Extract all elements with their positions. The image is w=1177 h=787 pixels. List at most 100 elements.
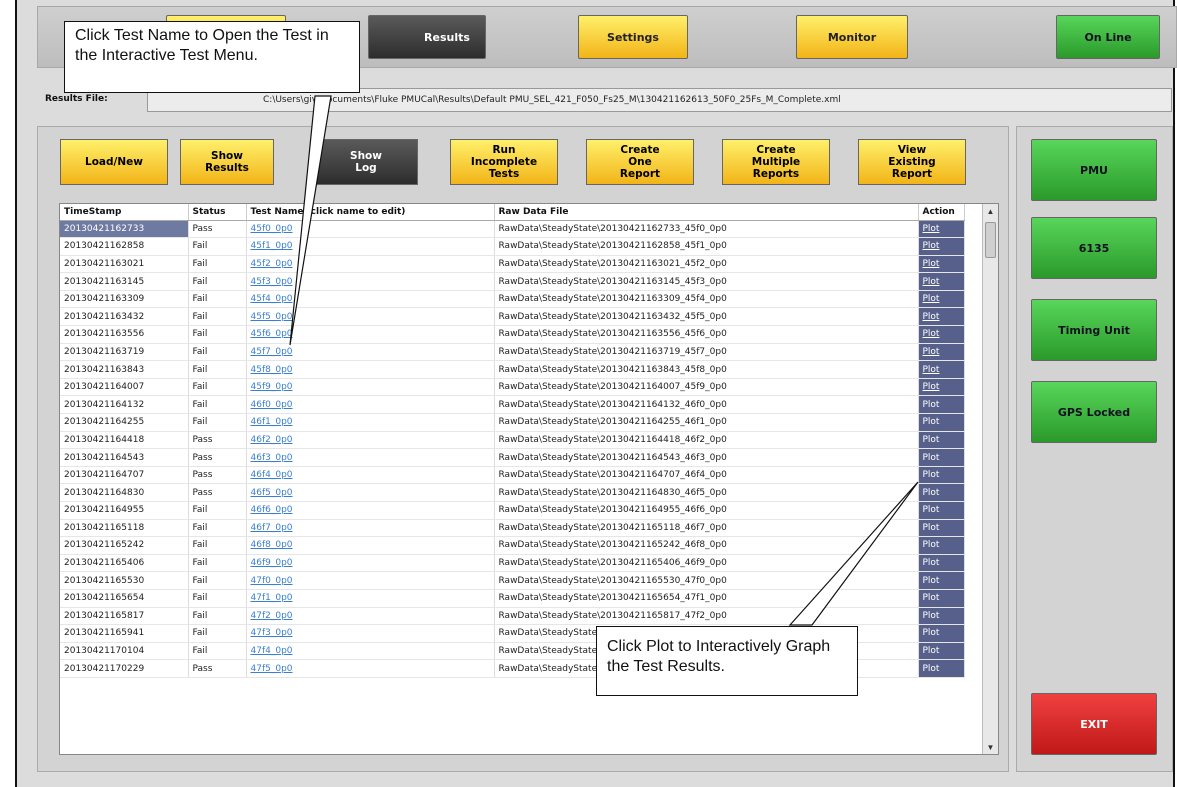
plot-link-label[interactable]: Plot [923, 259, 940, 269]
row-plot-link[interactable]: Plot [918, 307, 965, 327]
row-test-name-link[interactable]: 46f8_0p0 [246, 536, 495, 555]
tab-monitor[interactable]: Monitor [796, 15, 908, 59]
row-plot-link[interactable]: Plot [918, 554, 965, 573]
row-plot-link[interactable]: Plot [918, 413, 965, 432]
row-test-name-link[interactable]: 46f1_0p0 [246, 413, 495, 432]
row-plot-link[interactable]: Plot [918, 607, 965, 626]
view-existing-report-button[interactable]: View Existing Report [858, 139, 966, 185]
row-test-name-link[interactable]: 47f3_0p0 [246, 624, 495, 643]
table-row[interactable]: 20130421165530 Fail 47f0_0p0 RawData\Steady… [60, 571, 965, 590]
row-plot-link[interactable]: Plot [918, 501, 965, 520]
show-log-button[interactable]: Show Log [314, 139, 418, 185]
pmu-button[interactable]: PMU [1031, 139, 1157, 201]
row-test-name-link[interactable]: 47f4_0p0 [246, 642, 495, 661]
row-plot-link[interactable]: Plot [918, 220, 965, 239]
plot-link-label[interactable]: Plot [923, 664, 940, 674]
row-plot-link[interactable]: Plot [918, 642, 965, 661]
row-plot-link[interactable]: Plot [918, 589, 965, 608]
row-test-name-link[interactable]: 45f7_0p0 [246, 343, 495, 362]
row-test-name-link[interactable]: 46f5_0p0 [246, 483, 495, 502]
col-test-name[interactable]: Test Name (click name to edit) [246, 204, 495, 221]
table-row[interactable]: 20130421163432 Fail 45f5_0p0 RawData\Steady… [60, 307, 965, 327]
plot-link-label[interactable]: Plot [923, 593, 940, 603]
table-scrollbar[interactable]: ▲ ▼ [982, 204, 998, 754]
col-status[interactable]: Status [188, 204, 247, 221]
row-plot-link[interactable]: Plot [918, 659, 965, 678]
plot-link-label[interactable]: Plot [923, 488, 940, 498]
row-test-name-link[interactable]: 45f4_0p0 [246, 290, 495, 309]
plot-link-label[interactable]: Plot [923, 505, 940, 515]
table-row[interactable]: 20130421164132 Fail 46f0_0p0 RawData\Steady… [60, 395, 965, 415]
load-new-button[interactable]: Load/New [60, 139, 168, 185]
row-test-name-link[interactable]: 47f5_0p0 [246, 659, 495, 678]
row-test-name-link[interactable]: 45f3_0p0 [246, 272, 495, 291]
row-test-name-link[interactable]: 46f7_0p0 [246, 519, 495, 538]
row-test-name-link[interactable]: 45f5_0p0 [246, 307, 495, 327]
plot-link-label[interactable]: Plot [923, 558, 940, 568]
table-row[interactable]: 20130421163719 Fail 45f7_0p0 RawData\Steady… [60, 343, 965, 362]
plot-link-label[interactable]: Plot [923, 417, 940, 427]
row-test-name-link[interactable]: 47f0_0p0 [246, 571, 495, 590]
row-test-name-link[interactable]: 46f3_0p0 [246, 448, 495, 467]
row-plot-link[interactable]: Plot [918, 483, 965, 502]
gps-locked-button[interactable]: GPS Locked [1031, 381, 1157, 443]
row-test-name-link[interactable]: 46f2_0p0 [246, 431, 495, 450]
tab-results[interactable]: Results [368, 15, 486, 59]
plot-link-label[interactable]: Plot [923, 241, 940, 251]
row-test-name-link[interactable]: 45f9_0p0 [246, 378, 495, 397]
row-test-name-link[interactable]: 46f4_0p0 [246, 466, 495, 485]
plot-link-label[interactable]: Plot [923, 576, 940, 586]
scrollbar-thumb[interactable] [985, 222, 996, 258]
table-row[interactable]: 20130421165817 Fail 47f2_0p0 RawData\Steady… [60, 607, 965, 626]
plot-link-label[interactable]: Plot [923, 224, 940, 234]
col-raw-data-file[interactable]: Raw Data File [494, 204, 919, 221]
table-row[interactable]: 20130421165654 Fail 47f1_0p0 RawData\Steady… [60, 589, 965, 608]
on-line-button[interactable]: On Line [1056, 15, 1160, 59]
table-row[interactable]: 20130421163021 Fail 45f2_0p0 RawData\Steady… [60, 255, 965, 274]
row-plot-link[interactable]: Plot [918, 325, 965, 344]
table-row[interactable]: 20130421163309 Fail 45f4_0p0 RawData\Steady… [60, 290, 965, 309]
row-test-name-link[interactable]: 46f6_0p0 [246, 501, 495, 520]
show-results-button[interactable]: Show Results [180, 139, 274, 185]
create-multiple-reports-button[interactable]: Create Multiple Reports [722, 139, 830, 185]
plot-link-label[interactable]: Plot [923, 329, 940, 339]
plot-link-label[interactable]: Plot [923, 312, 940, 322]
row-test-name-link[interactable]: 45f8_0p0 [246, 360, 495, 379]
plot-link-label[interactable]: Plot [923, 400, 940, 410]
table-row[interactable]: 20130421164707 Pass 46f4_0p0 RawData\Steady… [60, 466, 965, 485]
row-test-name-link[interactable]: 45f1_0p0 [246, 237, 495, 256]
plot-link-label[interactable]: Plot [923, 435, 940, 445]
row-plot-link[interactable]: Plot [918, 378, 965, 397]
plot-link-label[interactable]: Plot [923, 540, 940, 550]
run-incomplete-tests-button[interactable]: Run Incomplete Tests [450, 139, 558, 185]
row-test-name-link[interactable]: 46f9_0p0 [246, 554, 495, 573]
row-plot-link[interactable]: Plot [918, 466, 965, 485]
row-plot-link[interactable]: Plot [918, 255, 965, 274]
plot-link-label[interactable]: Plot [923, 646, 940, 656]
plot-link-label[interactable]: Plot [923, 523, 940, 533]
table-row[interactable]: 20130421164007 Fail 45f9_0p0 RawData\Steady… [60, 378, 965, 397]
plot-link-label[interactable]: Plot [923, 470, 940, 480]
table-row[interactable]: 20130421165406 Fail 46f9_0p0 RawData\Steady… [60, 554, 965, 573]
create-one-report-button[interactable]: Create One Report [586, 139, 694, 185]
table-row[interactable]: 20130421164830 Pass 46f5_0p0 RawData\Steady… [60, 483, 965, 502]
plot-link-label[interactable]: Plot [923, 347, 940, 357]
row-plot-link[interactable]: Plot [918, 431, 965, 450]
row-test-name-link[interactable]: 47f1_0p0 [246, 589, 495, 608]
row-test-name-link[interactable]: 47f2_0p0 [246, 607, 495, 626]
table-row[interactable]: 20130421164255 Fail 46f1_0p0 RawData\Steady… [60, 413, 965, 432]
device-6135-button[interactable]: 6135 [1031, 217, 1157, 279]
table-row[interactable]: 20130421164955 Fail 46f6_0p0 RawData\Steady… [60, 501, 965, 520]
row-test-name-link[interactable]: 46f0_0p0 [246, 395, 495, 415]
row-test-name-link[interactable]: 45f6_0p0 [246, 325, 495, 344]
row-plot-link[interactable]: Plot [918, 360, 965, 379]
row-plot-link[interactable]: Plot [918, 395, 965, 415]
row-plot-link[interactable]: Plot [918, 343, 965, 362]
row-plot-link[interactable]: Plot [918, 519, 965, 538]
table-row[interactable]: 20130421163145 Fail 45f3_0p0 RawData\Steady… [60, 272, 965, 291]
exit-button[interactable]: EXIT [1031, 693, 1157, 755]
table-row[interactable]: 20130421165242 Fail 46f8_0p0 RawData\Steady… [60, 536, 965, 555]
row-plot-link[interactable]: Plot [918, 237, 965, 256]
row-plot-link[interactable]: Plot [918, 272, 965, 291]
timing-unit-button[interactable]: Timing Unit [1031, 299, 1157, 361]
